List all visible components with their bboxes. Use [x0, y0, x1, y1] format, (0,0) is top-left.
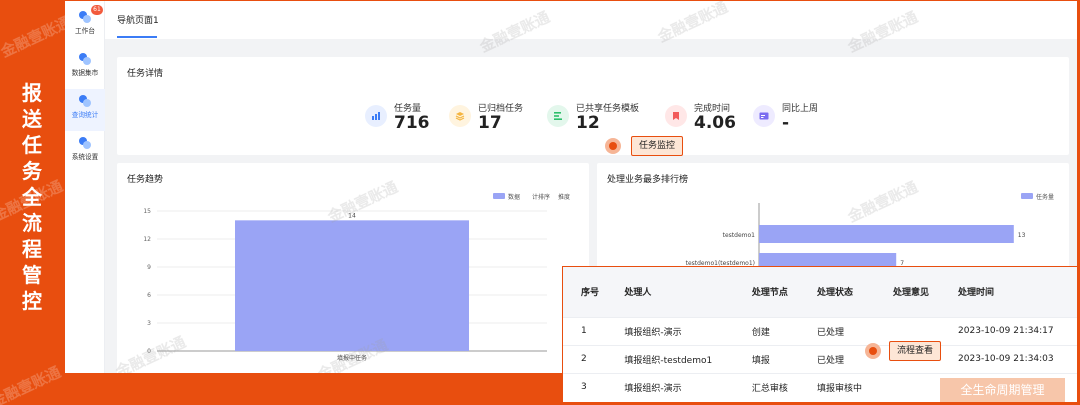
data-mart-icon [79, 53, 91, 65]
stat-value: 17 [478, 113, 502, 133]
ranking-title: 处理业务最多排行榜 [607, 175, 689, 185]
table-cell: 汇总审核 [733, 372, 799, 401]
sidebar-item-label: 系统设置 [71, 153, 99, 161]
list-icon [547, 105, 569, 127]
stat-value: 716 [394, 113, 430, 133]
column-header: 处理状态 [799, 267, 875, 317]
table-cell: 已处理 [799, 344, 875, 373]
column-header: 序号 [563, 267, 607, 317]
sidebar-item-system-settings[interactable]: 系统设置 [65, 131, 105, 173]
workbench-icon [79, 11, 91, 23]
column-header: 处理时间 [940, 267, 1077, 317]
legend-item-task-count[interactable]: 任务量 [1036, 192, 1054, 201]
query-stats-icon [79, 95, 91, 107]
y-tick-label: 6 [147, 292, 151, 299]
lifecycle-label: 全生命周期管理 [940, 378, 1065, 402]
y-tick-label: 9 [147, 264, 151, 271]
y-tick-label: 3 [147, 320, 151, 327]
bar-chart-icon [365, 105, 387, 127]
data-label: 13 [1018, 232, 1026, 239]
table-cell: 2023-10-09 21:34:17 [940, 316, 1077, 345]
y-tick-label: 15 [143, 208, 151, 215]
tab-nav-page-1[interactable]: 导航页面1 [117, 13, 159, 26]
task-detail-card: 任务详情 任务量 716 已归档任务 17 已共享任务模板 12 完成时间 4.… [117, 57, 1069, 155]
sidebar: 工作台 61 数据集市 查询统计 系统设置 [65, 1, 105, 373]
sidebar-item-query-stats[interactable]: 查询统计 [65, 89, 105, 131]
card-icon [753, 105, 775, 127]
task-detail-title: 任务详情 [127, 69, 164, 79]
sidebar-item-label: 查询统计 [71, 111, 99, 119]
column-header: 处理人 [606, 267, 734, 317]
data-label: 14 [348, 212, 356, 219]
task-monitor-callout: 任务监控 [631, 136, 684, 156]
y-tick-label: testdemo1 [723, 232, 756, 239]
task-trend-chart: 0 3 6 9 12 15 14 填报中任务 [143, 208, 547, 362]
banner-title: 报送任务全流程管控 [22, 81, 42, 313]
task-trend-card: 任务趋势 数据 计排序 推度 0 3 6 9 12 15 14 填报中任务 [117, 163, 589, 373]
task-trend-title: 任务趋势 [127, 175, 164, 185]
hotspot-dot [605, 138, 621, 154]
legend-item-sort[interactable]: 计排序 [532, 192, 550, 201]
bar [759, 225, 1014, 243]
bar [235, 220, 469, 351]
sidebar-item-label: 数据集市 [71, 69, 99, 77]
stat-value: 12 [576, 113, 600, 133]
table-cell: 3 [563, 372, 607, 401]
feature-banner: 报送任务全流程管控 [0, 0, 64, 405]
table-row[interactable]: 1 填报组织-演示 创建 已处理 2023-10-09 21:34:17 [563, 316, 1077, 345]
y-tick-label: 0 [147, 348, 151, 355]
table-header-row: 序号 处理人 处理节点 处理状态 处理意见 处理时间 [563, 267, 1077, 317]
table-cell: 填报审核中 [799, 372, 875, 401]
table-cell: 2 [563, 344, 607, 373]
legend-item-scale[interactable]: 推度 [558, 192, 570, 201]
stat-value: 4.06 [694, 113, 736, 133]
column-header: 处理节点 [733, 267, 799, 317]
process-view-callout: 流程查看 [889, 341, 942, 361]
hotspot-dot [865, 343, 881, 359]
table-cell: 2023-10-09 21:34:03 [940, 344, 1077, 373]
column-header: 处理意见 [874, 267, 941, 317]
table-row[interactable]: 2 填报组织-testdemo1 填报 已处理 2023-10-09 21:34… [563, 344, 1077, 373]
notification-badge: 61 [91, 5, 103, 15]
table-cell: 填报 [733, 344, 799, 373]
layers-icon [449, 105, 471, 127]
table-cell: 创建 [733, 316, 799, 345]
y-tick-label: 12 [143, 236, 151, 243]
table-cell: 已处理 [799, 316, 875, 345]
table-cell: 填报组织-演示 [606, 316, 734, 345]
legend-item-data[interactable]: 数据 [508, 192, 520, 201]
legend-swatch [493, 193, 505, 199]
table-cell: 填报组织-演示 [606, 372, 734, 401]
x-tick-label: 填报中任务 [337, 354, 367, 362]
sidebar-item-label: 工作台 [75, 27, 95, 35]
table-cell [874, 372, 941, 401]
stat-value: - [782, 113, 790, 133]
bookmark-icon [665, 105, 687, 127]
tab-active-indicator [117, 36, 157, 38]
top-nav: 导航页面1 [105, 1, 1077, 39]
sidebar-item-data-mart[interactable]: 数据集市 [65, 47, 105, 89]
table-cell: 1 [563, 316, 607, 345]
legend-swatch [1021, 193, 1033, 199]
table-cell: 填报组织-testdemo1 [606, 344, 734, 373]
settings-icon [79, 137, 91, 149]
